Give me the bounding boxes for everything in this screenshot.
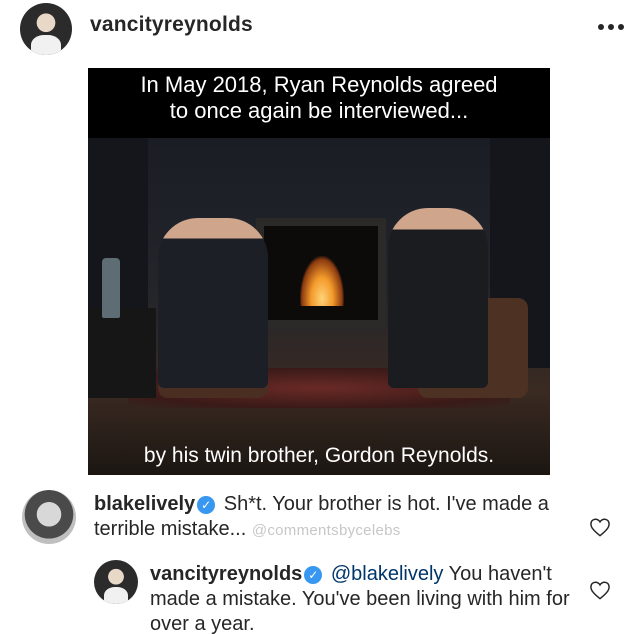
fireplace-image (256, 218, 386, 328)
watermark-text: @commentsbycelebs (251, 522, 401, 539)
interviewer-figure (158, 218, 268, 388)
more-options-icon[interactable] (598, 22, 624, 32)
interviewee-figure (388, 208, 488, 388)
mention-link[interactable]: @blakelively (331, 563, 444, 585)
post-video[interactable]: In May 2018, Ryan Reynolds agreed to onc… (88, 68, 550, 475)
post-header: vancityreynolds (0, 0, 640, 56)
reply-body: vancityreynolds ✓ @blakelively You haven'… (150, 562, 570, 634)
comment-body: blakelively ✓ Sh*t. Your brother is hot. … (94, 492, 564, 543)
heart-icon[interactable] (589, 580, 611, 600)
post-author-avatar[interactable] (20, 3, 72, 55)
commenter-avatar[interactable] (22, 490, 76, 544)
video-caption-bottom: by his twin brother, Gordon Reynolds. (143, 444, 495, 467)
verified-badge-icon: ✓ (197, 496, 216, 514)
comment-reply: vancityreynolds ✓ @blakelively You haven'… (0, 555, 640, 634)
reply-username[interactable]: vancityreynolds (150, 563, 302, 585)
comment-item: blakelively ✓ Sh*t. Your brother is hot. … (0, 485, 640, 550)
comment-username[interactable]: blakelively (94, 493, 195, 515)
video-caption-top: In May 2018, Ryan Reynolds agreed to onc… (140, 72, 498, 123)
verified-badge-icon: ✓ (304, 566, 323, 584)
post-author-username[interactable]: vancityreynolds (90, 13, 253, 37)
heart-icon[interactable] (589, 517, 611, 537)
reply-author-avatar[interactable] (94, 560, 138, 604)
